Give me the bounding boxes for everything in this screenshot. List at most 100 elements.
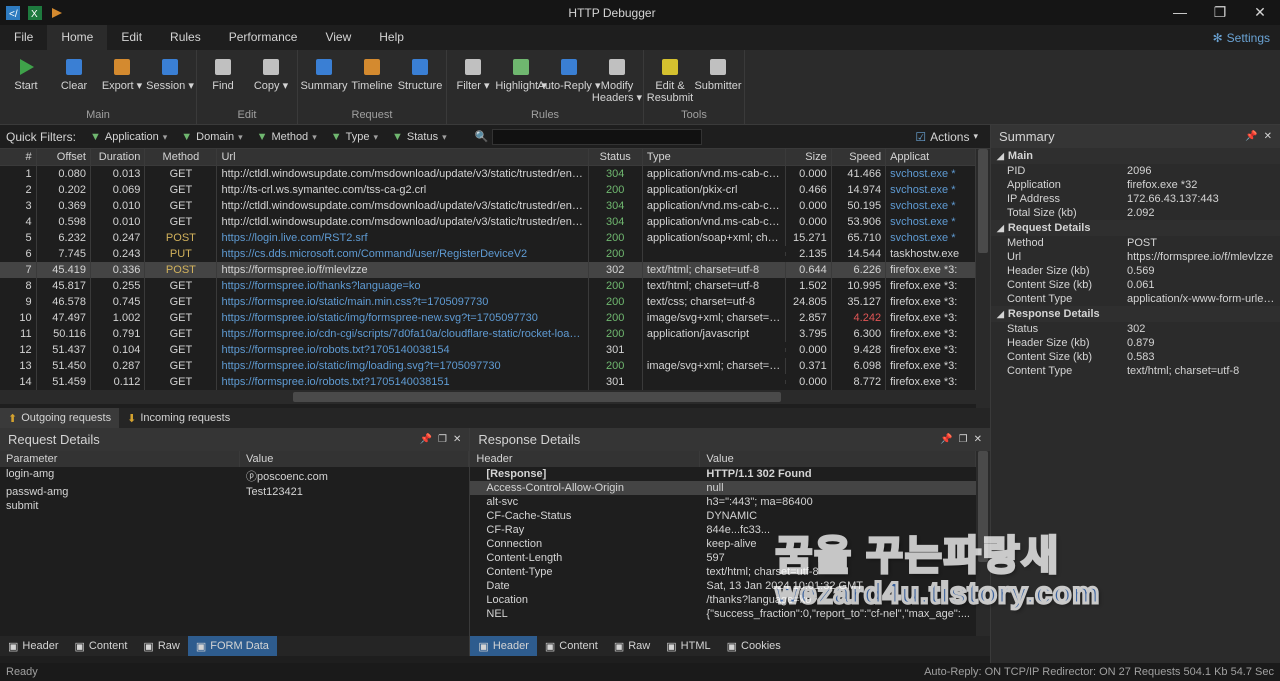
tab-raw[interactable]: ▣Raw bbox=[606, 636, 658, 656]
request-param-row[interactable]: submit bbox=[0, 499, 469, 513]
filter-method[interactable]: ▼Method bbox=[257, 131, 317, 143]
summary-section-request-details[interactable]: ◢ Request Details bbox=[991, 220, 1280, 236]
tab-content[interactable]: ▣Content bbox=[66, 636, 135, 656]
menu-view[interactable]: View bbox=[311, 25, 365, 50]
tab-raw[interactable]: ▣Raw bbox=[135, 636, 187, 656]
menu-help[interactable]: Help bbox=[365, 25, 418, 50]
table-row[interactable]: 745.4190.336POSThttps://formspree.io/f/m… bbox=[0, 262, 976, 278]
col-duration[interactable]: Duration bbox=[91, 149, 145, 165]
response-header-row[interactable]: Location/thanks?language=ko bbox=[470, 593, 976, 607]
export-button[interactable]: Export ▾ bbox=[98, 54, 146, 94]
tab-outgoing[interactable]: ⬆ Outgoing requests bbox=[0, 408, 119, 428]
requests-grid[interactable]: # Offset Duration Method Url Status Type… bbox=[0, 149, 976, 408]
actions-button[interactable]: ☑ Actions ▾ bbox=[909, 130, 984, 144]
structure-button[interactable]: Structure bbox=[396, 54, 444, 94]
response-header-row[interactable]: CF-Cache-StatusDYNAMIC bbox=[470, 509, 976, 523]
col-method[interactable]: Method bbox=[145, 149, 217, 165]
response-header-row[interactable]: Connectionkeep-alive bbox=[470, 537, 976, 551]
response-header-row[interactable]: [Response]HTTP/1.1 302 Found bbox=[470, 467, 976, 481]
close-icon[interactable]: ✕ bbox=[453, 434, 461, 445]
start-button[interactable]: Start bbox=[2, 54, 50, 94]
filter-button[interactable]: Filter ▾ bbox=[449, 54, 497, 94]
request-param-row[interactable]: login-amgⓟposcoenc.com bbox=[0, 467, 469, 485]
minimize-button[interactable]: — bbox=[1160, 0, 1200, 25]
tab-html[interactable]: ▣HTML bbox=[658, 636, 718, 656]
restore-icon[interactable]: ❐ bbox=[438, 434, 447, 445]
close-icon[interactable]: ✕ bbox=[974, 434, 982, 445]
col-url[interactable]: Url bbox=[217, 149, 588, 165]
menu-home[interactable]: Home bbox=[47, 25, 107, 50]
settings-button[interactable]: ✻ Settings bbox=[1213, 25, 1280, 50]
clear-button[interactable]: Clear bbox=[50, 54, 98, 94]
table-row[interactable]: 10.0800.013GEThttp://ctldl.windowsupdate… bbox=[0, 166, 976, 182]
table-row[interactable]: 67.7450.243PUThttps://cs.dds.microsoft.c… bbox=[0, 246, 976, 262]
request-param-row[interactable]: passwd-amgTest123421 bbox=[0, 485, 469, 499]
submitter-button[interactable]: Submitter bbox=[694, 54, 742, 94]
filter-application[interactable]: ▼Application bbox=[90, 131, 167, 143]
resp-col-header[interactable]: Header bbox=[470, 451, 700, 467]
table-row[interactable]: 845.8170.255GEThttps://formspree.io/than… bbox=[0, 278, 976, 294]
table-row[interactable]: 1451.4590.112GEThttps://formspree.io/rob… bbox=[0, 374, 976, 390]
search-input[interactable] bbox=[492, 129, 702, 145]
col-num[interactable]: # bbox=[0, 149, 37, 165]
summary-section-response-details[interactable]: ◢ Response Details bbox=[991, 306, 1280, 322]
maximize-button[interactable]: ❐ bbox=[1200, 0, 1240, 25]
table-row[interactable]: 946.5780.745GEThttps://formspree.io/stat… bbox=[0, 294, 976, 310]
col-size[interactable]: Size bbox=[786, 149, 831, 165]
table-row[interactable]: 20.2020.069GEThttp://ts-crl.ws.symantec.… bbox=[0, 182, 976, 198]
search-icon[interactable]: 🔍 bbox=[475, 130, 489, 143]
tab-header[interactable]: ▣Header bbox=[0, 636, 66, 656]
table-row[interactable]: 40.5980.010GEThttp://ctldl.windowsupdate… bbox=[0, 214, 976, 230]
tab-incoming[interactable]: ⬇ Incoming requests bbox=[119, 408, 238, 428]
response-scrollbar[interactable] bbox=[976, 451, 990, 636]
tab-content[interactable]: ▣Content bbox=[537, 636, 606, 656]
table-row[interactable]: 1351.4500.287GEThttps://formspree.io/sta… bbox=[0, 358, 976, 374]
close-icon[interactable]: ✕ bbox=[1264, 131, 1272, 142]
req-col-value[interactable]: Value bbox=[240, 451, 469, 467]
filter-domain[interactable]: ▼Domain bbox=[181, 131, 242, 143]
menu-performance[interactable]: Performance bbox=[215, 25, 312, 50]
tab-formdata[interactable]: ▣FORM Data bbox=[188, 636, 277, 656]
excel-icon[interactable]: X bbox=[28, 6, 42, 20]
tab-header[interactable]: ▣Header bbox=[470, 636, 536, 656]
resp-col-value[interactable]: Value bbox=[700, 451, 976, 467]
vertical-scrollbar[interactable] bbox=[976, 149, 990, 408]
find-button[interactable]: Find bbox=[199, 54, 247, 94]
response-header-row[interactable]: Content-Typetext/html; charset=utf-8 bbox=[470, 565, 976, 579]
pin-icon[interactable]: 📌 bbox=[1245, 131, 1257, 142]
horizontal-scrollbar[interactable] bbox=[0, 390, 976, 404]
response-header-row[interactable]: DateSat, 13 Jan 2024 10:01:32 GMT bbox=[470, 579, 976, 593]
response-header-row[interactable]: CF-Ray844e...fc33... bbox=[470, 523, 976, 537]
req-col-param[interactable]: Parameter bbox=[0, 451, 240, 467]
pin-icon[interactable]: 📌 bbox=[940, 434, 952, 445]
col-speed[interactable]: Speed bbox=[832, 149, 886, 165]
response-header-row[interactable]: alt-svch3=":443"; ma=86400 bbox=[470, 495, 976, 509]
summary-section-main[interactable]: ◢ Main bbox=[991, 148, 1280, 164]
response-header-row[interactable]: Access-Control-Allow-Originnull bbox=[470, 481, 976, 495]
modifyheaders-button[interactable]: Modify Headers ▾ bbox=[593, 54, 641, 106]
summary-button[interactable]: Summary bbox=[300, 54, 348, 94]
col-status[interactable]: Status bbox=[589, 149, 643, 165]
filter-status[interactable]: ▼Status bbox=[392, 131, 447, 143]
close-button[interactable]: ✕ bbox=[1240, 0, 1280, 25]
table-row[interactable]: 56.2320.247POSThttps://login.live.com/RS… bbox=[0, 230, 976, 246]
table-row[interactable]: 30.3690.010GEThttp://ctldl.windowsupdate… bbox=[0, 198, 976, 214]
response-header-row[interactable]: NEL{"success_fraction":0,"report_to":"cf… bbox=[470, 607, 976, 621]
col-offset[interactable]: Offset bbox=[37, 149, 91, 165]
col-type[interactable]: Type bbox=[643, 149, 786, 165]
timeline-button[interactable]: Timeline bbox=[348, 54, 396, 94]
menu-file[interactable]: File bbox=[0, 25, 47, 50]
menu-edit[interactable]: Edit bbox=[107, 25, 156, 50]
script-icon[interactable] bbox=[50, 6, 64, 20]
response-header-row[interactable]: Content-Length597 bbox=[470, 551, 976, 565]
table-row[interactable]: 1047.4971.002GEThttps://formspree.io/sta… bbox=[0, 310, 976, 326]
code-icon[interactable]: </ bbox=[6, 6, 20, 20]
col-application[interactable]: Applicat bbox=[886, 149, 976, 165]
filter-type[interactable]: ▼Type bbox=[331, 131, 378, 143]
tab-cookies[interactable]: ▣Cookies bbox=[719, 636, 789, 656]
copy-button[interactable]: Copy ▾ bbox=[247, 54, 295, 94]
table-row[interactable]: 1150.1160.791GEThttps://formspree.io/cdn… bbox=[0, 326, 976, 342]
menu-rules[interactable]: Rules bbox=[156, 25, 215, 50]
session-button[interactable]: Session ▾ bbox=[146, 54, 194, 94]
pin-icon[interactable]: 📌 bbox=[420, 434, 432, 445]
